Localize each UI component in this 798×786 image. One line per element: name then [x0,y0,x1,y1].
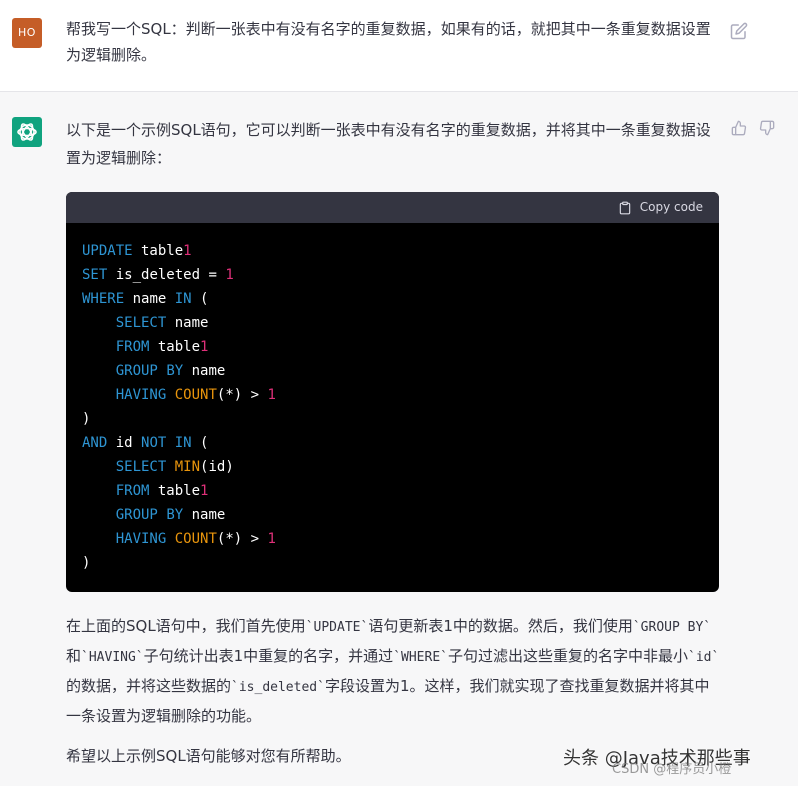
assistant-message-row: 以下是一个示例SQL语句，它可以判断一张表中有没有名字的重复数据，并将其中一条重… [0,92,798,786]
thumbs-up-icon[interactable] [731,120,747,136]
watermark-csdn: CSDN @程序员小橙 [612,762,732,777]
user-avatar: HO [12,18,42,48]
thumbs-down-icon[interactable] [759,120,775,136]
inline-code: `HAVING` [81,650,144,665]
clipboard-icon [619,201,631,215]
code-header: Copy code [66,192,719,223]
code-block: Copy code UPDATE table1 SET is_deleted =… [66,192,719,592]
inline-code: `GROUP BY` [632,620,712,635]
assistant-intro-text: 以下是一个示例SQL语句，它可以判断一张表中有没有名字的重复数据，并将其中一条重… [66,121,711,167]
user-message-row: HO 帮我写一个SQL：判断一张表中有没有名字的重复数据，如果有的话，就把其中一… [0,0,798,92]
explanation-paragraph: 在上面的SQL语句中，我们首先使用`UPDATE`语句更新表1中的数据。然后，我… [66,617,720,725]
inline-code: `WHERE` [393,650,448,665]
copy-code-button[interactable]: Copy code [619,192,703,223]
closing-text: 希望以上示例SQL语句能够对您有所帮助。 [66,747,351,765]
edit-icon[interactable] [730,22,748,40]
copy-code-label: Copy code [639,200,703,214]
sql-code[interactable]: UPDATE table1 SET is_deleted = 1 WHERE n… [66,223,719,575]
user-message-text: 帮我写一个SQL：判断一张表中有没有名字的重复数据，如果有的话，就把其中一条重复… [66,20,711,64]
inline-code: `is_deleted` [231,680,325,695]
inline-code: `id` [688,650,720,665]
inline-code: `UPDATE` [305,620,369,635]
openai-logo-icon [12,117,42,147]
